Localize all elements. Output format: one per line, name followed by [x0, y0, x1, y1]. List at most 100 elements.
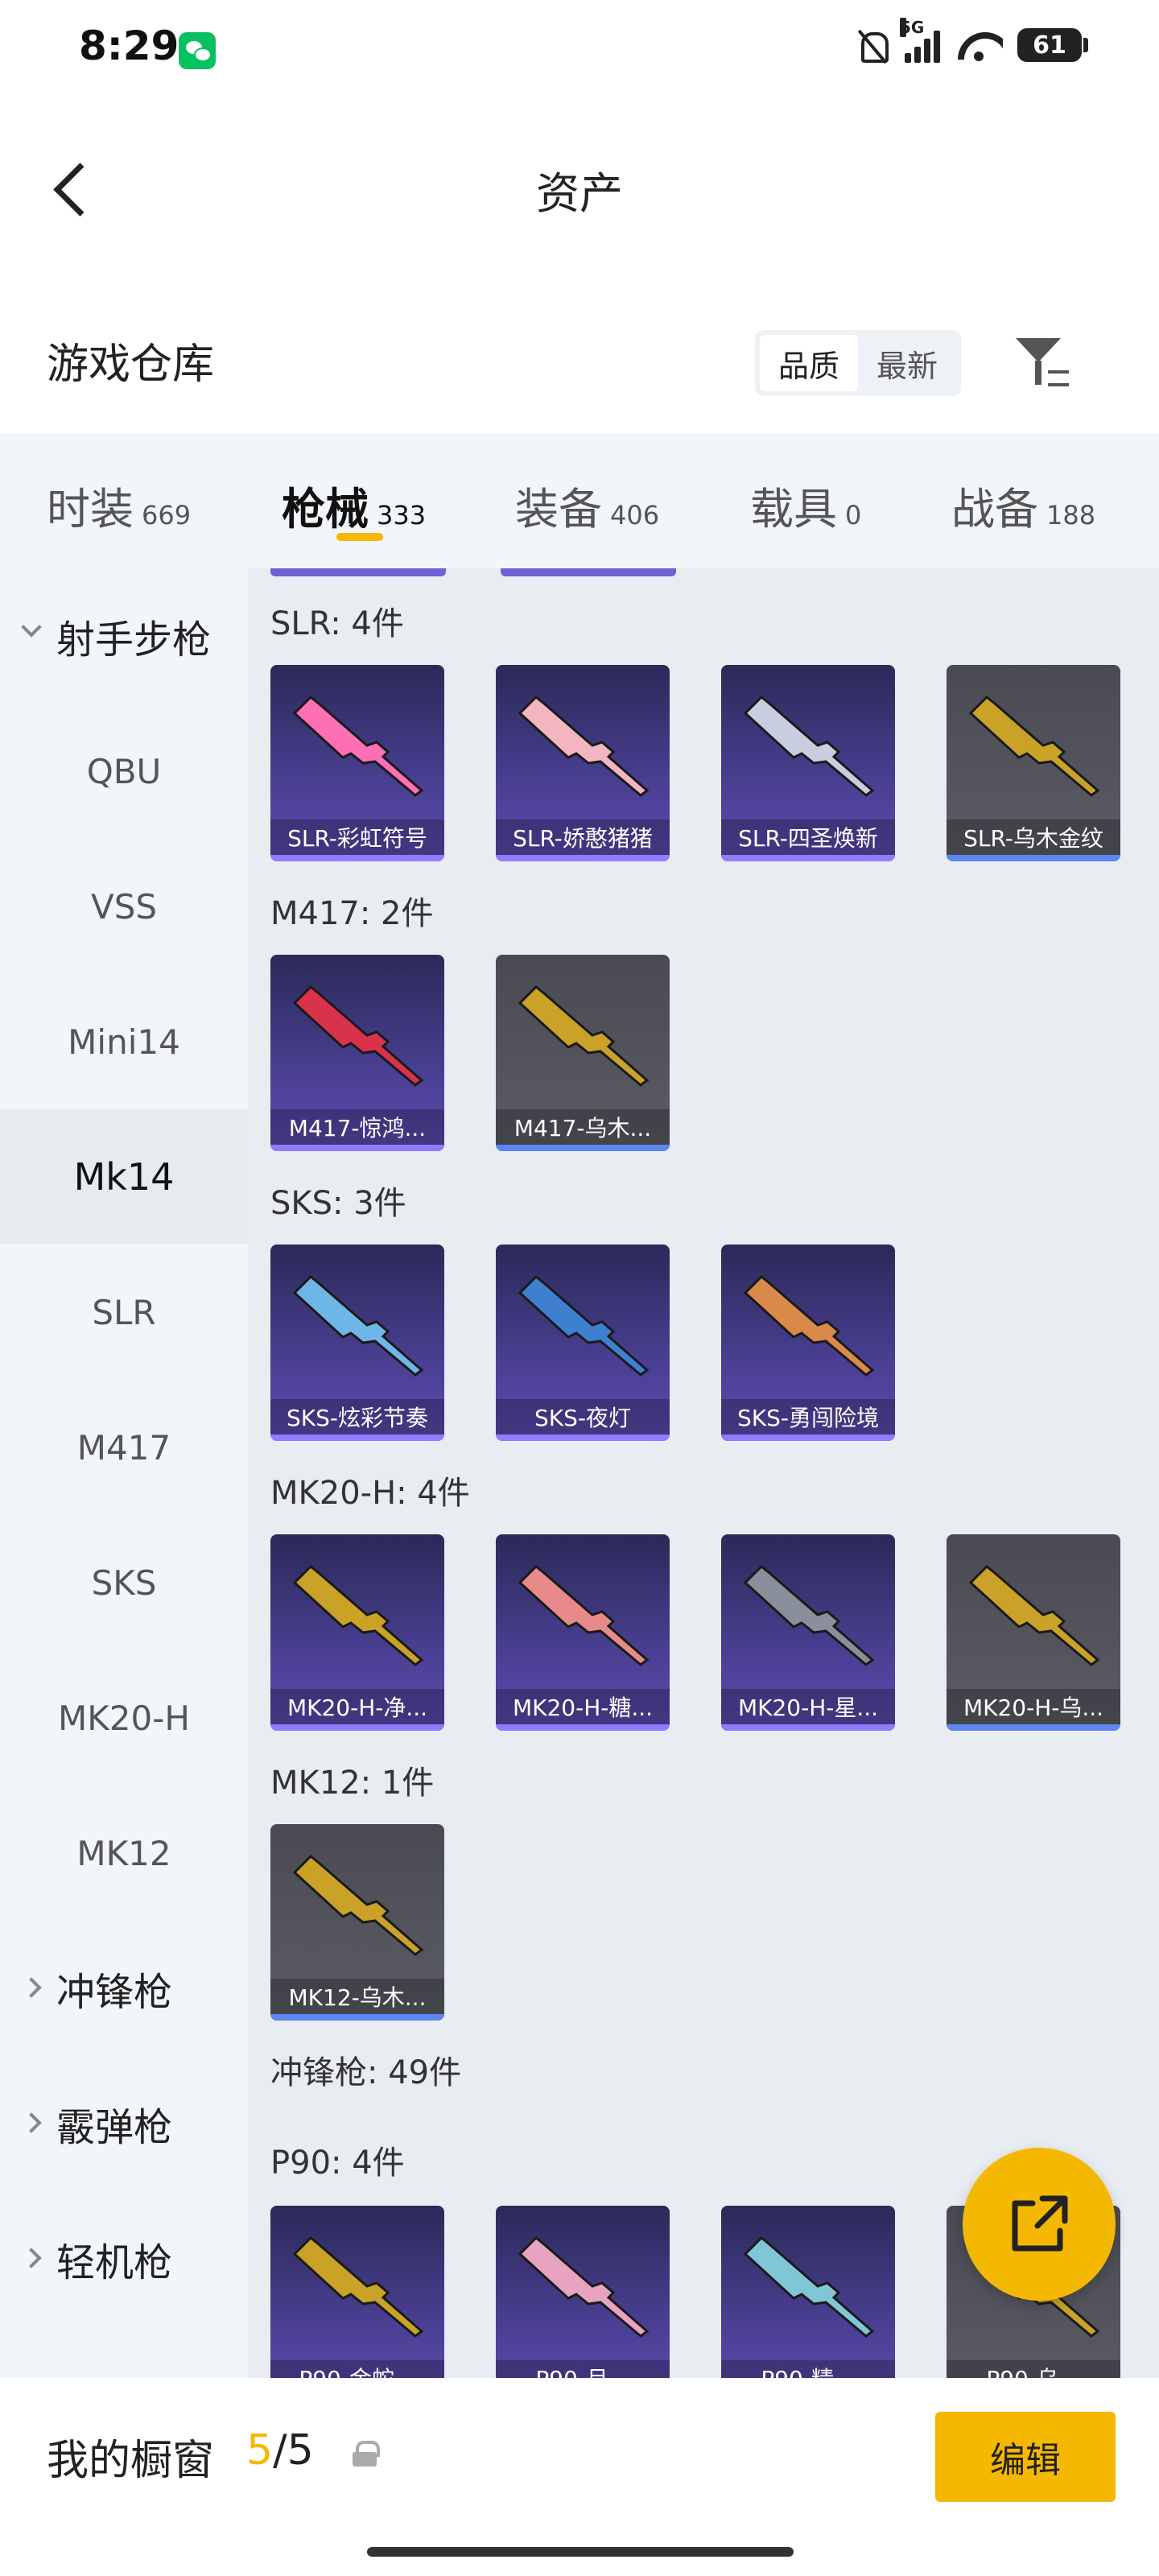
rifle-icon [292, 1564, 424, 1666]
weapon-card-label: P90-月... [496, 2360, 670, 2378]
rifle-icon [518, 2235, 650, 2338]
sidebar-item-slr[interactable]: SLR [0, 1245, 248, 1380]
rifle-icon [518, 1564, 650, 1666]
sidebar-category-smg[interactable]: 冲锋枪 [0, 1921, 248, 2056]
weapon-card[interactable]: SLR-乌木金纹 [947, 665, 1120, 861]
sidebar-item-m417[interactable]: M417 [0, 1380, 248, 1515]
network-type: 5G [900, 18, 925, 37]
sidebar-category-lmg[interactable]: 轻机枪 [0, 2191, 248, 2326]
rifle-icon [743, 2235, 875, 2338]
weapon-card[interactable]: M417-惊鸿... [270, 955, 444, 1151]
weapon-card-label: SLR-四圣焕新 [721, 819, 895, 855]
lock-icon [353, 2441, 380, 2467]
weapon-card[interactable]: P90-精... [721, 2206, 895, 2378]
quality-bar [496, 1145, 670, 1151]
rifle-icon [518, 985, 650, 1087]
weapon-card[interactable]: SLR-娇憨猪猪 [496, 665, 670, 861]
share-icon [1012, 2195, 1068, 2252]
showcase-label: 我的橱窗 [47, 2437, 215, 2485]
weapon-card-label: MK12-乌木... [270, 1979, 444, 2014]
weapon-card[interactable]: SKS-夜灯 [496, 1245, 670, 1441]
weapon-card[interactable]: SLR-四圣焕新 [721, 665, 895, 861]
weapon-grid: SLR: 4件 SLR-彩虹符号 SLR-娇憨猪猪 SLR-四圣焕新 SLR-乌木金纹 M… [248, 568, 1159, 2378]
rifle-icon [518, 695, 650, 797]
wifi-icon [955, 27, 1003, 63]
weapon-card[interactable]: MK20-H-净... [270, 1534, 444, 1731]
rifle-icon [968, 695, 1100, 797]
weapon-card[interactable]: MK20-H-星... [721, 1534, 895, 1731]
quality-bar [496, 855, 670, 861]
weapon-card[interactable]: MK12-乌木... [270, 1824, 444, 2021]
group-title: SLR: 4件 [270, 605, 404, 642]
weapon-card[interactable]: MK20-H-乌... [947, 1534, 1120, 1731]
filter-icon[interactable] [1013, 333, 1070, 391]
weapon-card[interactable]: SLR-彩虹符号 [270, 665, 444, 861]
sidebar-item-qbu[interactable]: QBU [0, 704, 248, 839]
weapon-card-label: SKS-炫彩节奏 [270, 1399, 444, 1435]
group-title: 冲锋枪: 49件 [270, 2054, 462, 2091]
wechat-notification-icon [179, 32, 216, 69]
sidebar-category-shotgun[interactable]: 霰弹枪 [0, 2056, 248, 2191]
sidebar-item-mk12[interactable]: MK12 [0, 1785, 248, 1921]
rifle-icon [743, 695, 875, 797]
tab-vehicles[interactable]: 载具 0 [750, 473, 861, 537]
quality-bar [270, 1724, 444, 1731]
battery-icon: 61 [1017, 28, 1088, 62]
chevron-down-icon [21, 617, 42, 638]
weapon-card[interactable]: SKS-勇闯险境 [721, 1245, 895, 1441]
sort-newest-button[interactable]: 最新 [858, 335, 956, 391]
rifle-icon [518, 1274, 650, 1377]
group-title: M417: 2件 [270, 895, 434, 932]
tab-fashion[interactable]: 时装 669 [47, 473, 191, 537]
chevron-right-icon [21, 1977, 42, 1998]
home-indicator [367, 2547, 794, 2557]
quality-bar [721, 855, 895, 861]
weapon-sidebar: 射手步枪 QBU VSS Mini14 Mk14 SLR M417 SKS MK… [0, 568, 248, 2378]
tab-gear[interactable]: 战备 188 [951, 473, 1095, 537]
sort-toggle: 品质 最新 [755, 330, 961, 396]
sidebar-item-vss[interactable]: VSS [0, 839, 248, 974]
rifle-icon [743, 1564, 875, 1666]
tab-equipment[interactable]: 装备 406 [515, 473, 659, 537]
weapon-card-label: SLR-娇憨猪猪 [496, 819, 670, 855]
category-tabs: 时装 669 枪械 333 装备 406 载具 0 战备 188 [0, 433, 1159, 568]
share-button[interactable] [963, 2148, 1116, 2301]
sidebar-item-mk14[interactable]: Mk14 [0, 1109, 248, 1245]
rifle-icon [292, 695, 424, 797]
edit-button[interactable]: 编辑 [935, 2412, 1116, 2502]
page-title: 资产 [536, 168, 623, 219]
weapon-card-label: MK20-H-净... [270, 1689, 444, 1724]
weapon-card-label: SKS-夜灯 [496, 1399, 670, 1435]
rifle-icon [292, 2235, 424, 2338]
group-title: MK12: 1件 [270, 1765, 435, 1802]
rifle-icon [292, 1274, 424, 1377]
weapon-card[interactable]: M417-乌木... [496, 955, 670, 1151]
signal-icon: 5G [900, 18, 940, 63]
sidebar-item-mk20h[interactable]: MK20-H [0, 1650, 248, 1785]
weapon-card-label: MK20-H-星... [721, 1689, 895, 1724]
weapon-card[interactable]: P90-金蛇... [270, 2206, 444, 2378]
group-title: SKS: 3件 [270, 1185, 406, 1222]
sidebar-item-mini14[interactable]: Mini14 [0, 974, 248, 1109]
weapon-card-label: P90-精... [721, 2360, 895, 2378]
tab-guns[interactable]: 枪械 333 [282, 473, 426, 537]
status-time: 8:29 [79, 23, 179, 69]
quality-bar [270, 1145, 444, 1151]
chevron-right-icon [21, 2112, 42, 2133]
sort-quality-button[interactable]: 品质 [760, 335, 858, 391]
weapon-card[interactable]: SKS-炫彩节奏 [270, 1245, 444, 1441]
sidebar-category-marksman[interactable]: 射手步枪 [0, 568, 248, 704]
quality-bar [496, 1435, 670, 1441]
group-title: P90: 4件 [270, 2145, 405, 2182]
weapon-card-label: M417-乌木... [496, 1109, 670, 1145]
card-edge [501, 568, 676, 576]
rifle-icon [743, 1274, 875, 1377]
quality-bar [496, 1724, 670, 1731]
sidebar-item-sks[interactable]: SKS [0, 1515, 248, 1650]
weapon-card-label: P90-金蛇... [270, 2360, 444, 2378]
quality-bar [947, 855, 1120, 861]
weapon-card[interactable]: P90-月... [496, 2206, 670, 2378]
weapon-card[interactable]: MK20-H-糖... [496, 1534, 670, 1731]
quality-bar [270, 1435, 444, 1441]
warehouse-title: 游戏仓库 [47, 341, 215, 389]
